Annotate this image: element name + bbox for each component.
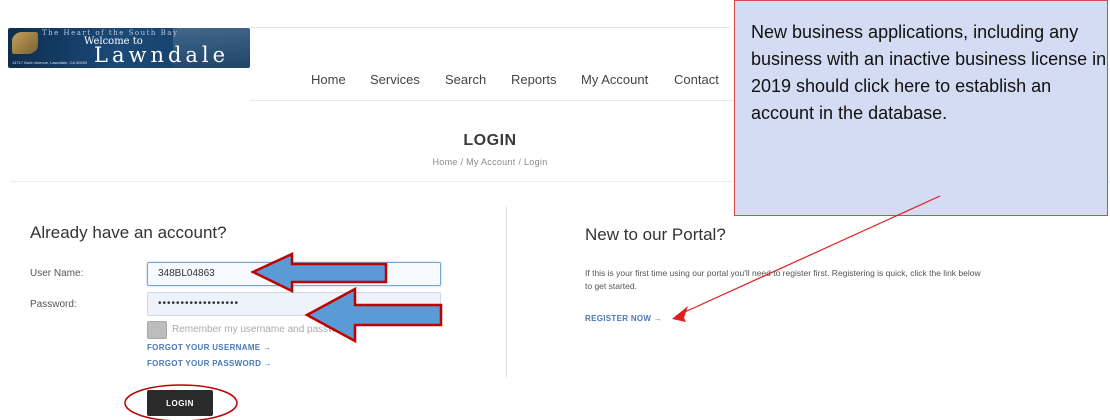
city-logo[interactable]: The Heart of the South Bay Welcome to La… [8, 28, 250, 68]
nav-contact[interactable]: Contact [674, 72, 719, 87]
logo-city-name: Lawndale [94, 43, 230, 67]
column-divider [506, 207, 507, 377]
login-button[interactable]: LOGIN [147, 390, 213, 416]
nav-search[interactable]: Search [445, 72, 486, 87]
register-now-link[interactable]: REGISTER NOW → [585, 314, 662, 323]
annotation-callout: New business applications, including any… [734, 0, 1108, 216]
username-label: User Name: [30, 268, 84, 279]
remember-label: Remember my username and password [172, 324, 350, 335]
forgot-password-link[interactable]: FORGOT YOUR PASSWORD → [147, 359, 272, 368]
password-label: Password: [30, 299, 77, 310]
logo-address: 14717 Burin Avenue, Lawndale, CA 90260 [12, 60, 88, 65]
forgot-username-link[interactable]: FORGOT YOUR USERNAME → [147, 343, 271, 352]
remember-checkbox[interactable] [147, 321, 167, 339]
register-heading: New to our Portal? [585, 225, 726, 244]
password-input[interactable]: •••••••••••••••••• [147, 292, 441, 316]
leaf-emblem-icon [12, 32, 38, 54]
register-description: If this is your first time using our por… [585, 268, 981, 291]
header-top-divider [250, 27, 730, 28]
nav-reports[interactable]: Reports [511, 72, 557, 87]
nav-home[interactable]: Home [311, 72, 346, 87]
login-heading: Already have an account? [30, 223, 227, 242]
nav-divider [250, 100, 740, 101]
username-input[interactable]: 348BL04863 [147, 262, 441, 286]
main-nav: Home Services Search Reports My Account … [0, 72, 740, 90]
callout-pointer-arrowhead [672, 306, 688, 322]
nav-my-account[interactable]: My Account [581, 72, 648, 87]
nav-services[interactable]: Services [370, 72, 420, 87]
